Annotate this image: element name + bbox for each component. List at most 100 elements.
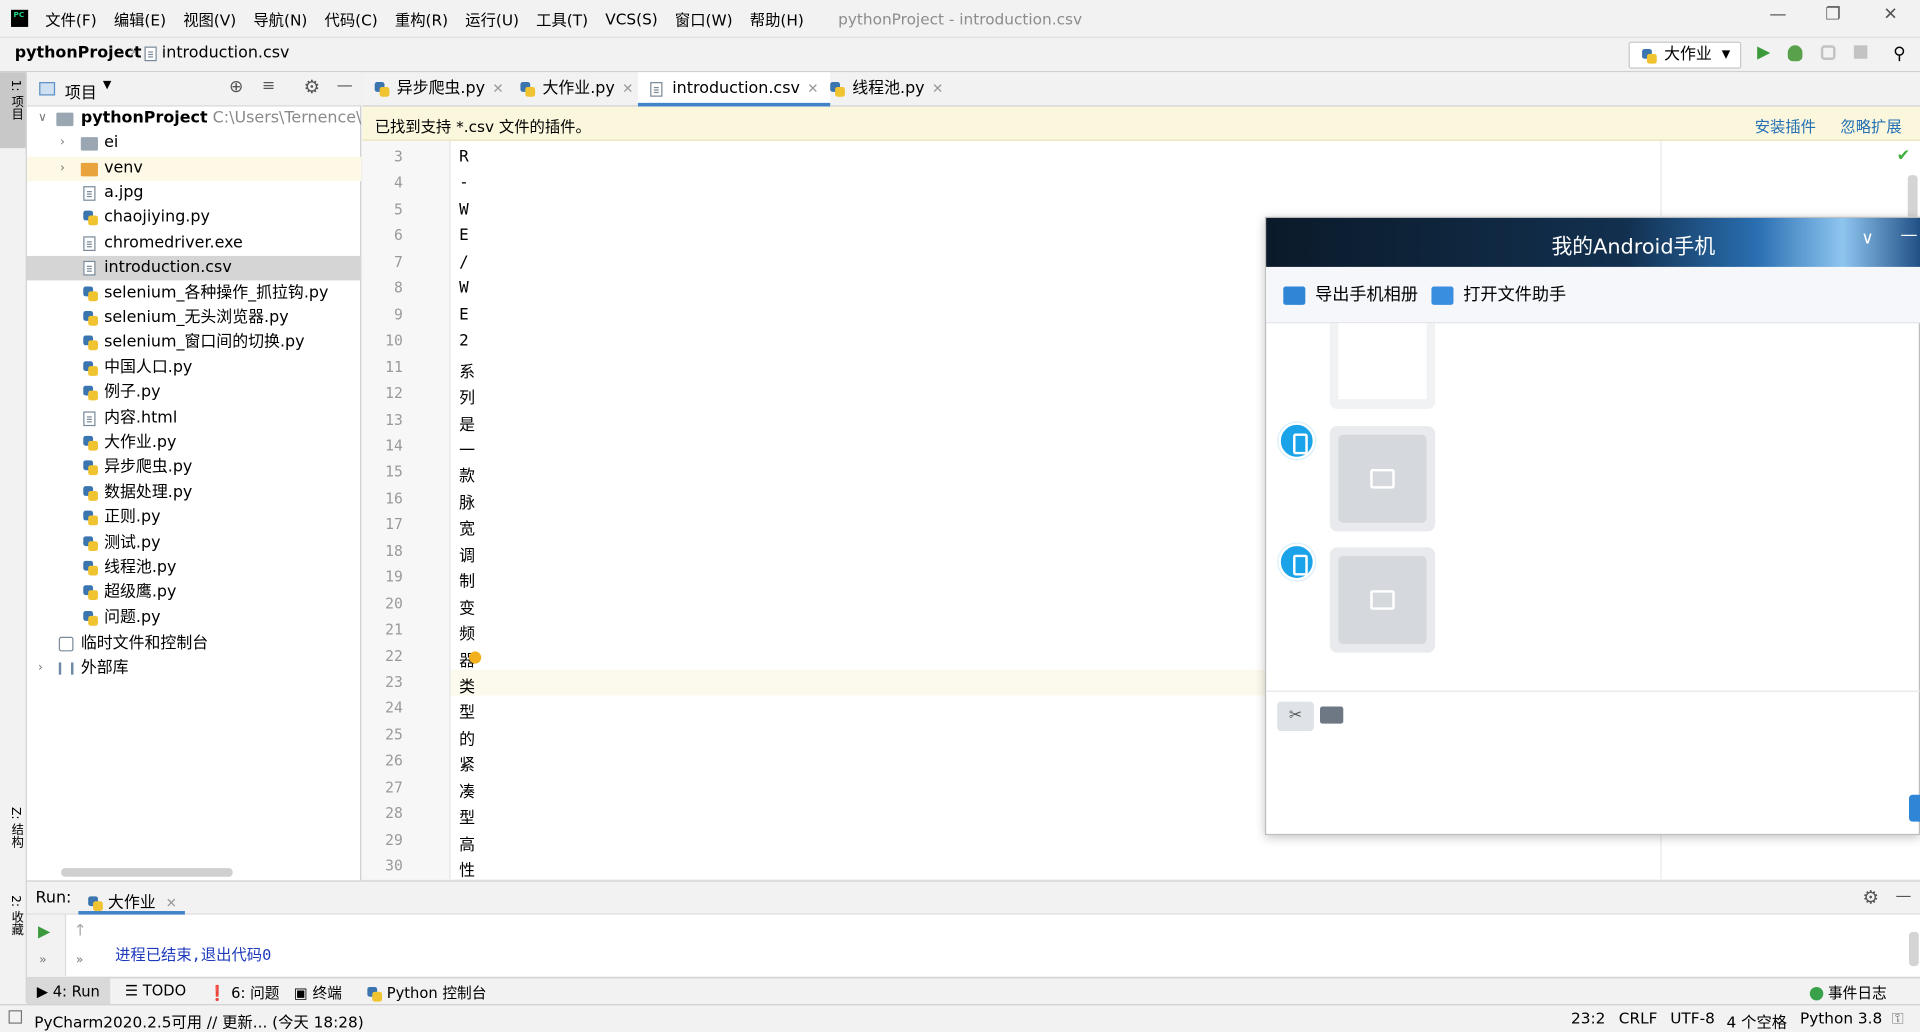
message-image[interactable] xyxy=(1329,426,1436,532)
tree-item[interactable]: 内容.html xyxy=(27,406,361,430)
menu-view[interactable]: 视图(V) xyxy=(183,7,236,30)
minimize-icon[interactable]: — xyxy=(1900,225,1917,245)
tree-item[interactable]: 问题.py xyxy=(27,606,361,630)
collapse-all-icon[interactable]: ≡ xyxy=(262,77,275,95)
tree-item-ei[interactable]: › ei xyxy=(27,131,361,155)
close-tab-icon[interactable]: ✕ xyxy=(166,895,177,911)
tool-tab-problems[interactable]: ❗ 6: 问题 xyxy=(208,982,279,1003)
intention-bulb-icon[interactable] xyxy=(468,651,482,664)
tree-item[interactable]: 正则.py xyxy=(27,506,361,530)
close-tab-icon[interactable]: ✕ xyxy=(932,81,943,97)
tool-tab-todo[interactable]: ☰ TODO xyxy=(125,982,186,999)
tree-item[interactable]: 中国人口.py xyxy=(27,356,361,380)
tree-item-scratches[interactable]: 临时文件和控制台 xyxy=(27,632,361,656)
vertical-scrollbar[interactable] xyxy=(1908,931,1919,967)
menu-tools[interactable]: 工具(T) xyxy=(536,7,588,30)
scroll-up-icon[interactable]: ↑ xyxy=(73,922,86,940)
close-tab-icon[interactable]: ✕ xyxy=(622,81,633,97)
hide-icon[interactable]: — xyxy=(337,77,353,95)
tool-tab-terminal[interactable]: ▣ 终端 xyxy=(294,982,342,1003)
horizontal-scrollbar[interactable] xyxy=(61,868,233,877)
tab-introduction-csv[interactable]: introduction.csv ✕ xyxy=(637,72,831,107)
tool-tab-python-console[interactable]: Python 控制台 xyxy=(367,982,486,1003)
chevron-down-icon[interactable]: ▼ xyxy=(103,80,111,92)
tree-item[interactable]: a.jpg xyxy=(27,181,361,205)
tree-item[interactable]: 测试.py xyxy=(27,531,361,555)
install-plugin-link[interactable]: 安装插件 xyxy=(1755,114,1816,137)
breadcrumb-file[interactable]: introduction.csv xyxy=(144,44,289,62)
close-tab-icon[interactable]: ✕ xyxy=(492,81,503,97)
tree-item[interactable]: selenium_窗口间的切换.py xyxy=(27,331,361,355)
tree-item[interactable]: 线程池.py xyxy=(27,556,361,580)
tree-item[interactable]: 数据处理.py xyxy=(27,481,361,505)
run-tab[interactable]: 大作业 ✕ xyxy=(78,882,185,915)
hide-icon[interactable]: — xyxy=(1896,888,1912,906)
tree-item[interactable]: 超级鹰.py xyxy=(27,581,361,605)
menu-window[interactable]: 窗口(W) xyxy=(675,7,733,30)
locate-icon[interactable]: ⊕ xyxy=(229,77,243,97)
more-icon[interactable]: » xyxy=(39,954,47,967)
export-album-button[interactable]: 导出手机相册 xyxy=(1283,282,1418,306)
ignore-extension-link[interactable]: 忽略扩展 xyxy=(1840,114,1901,137)
menu-refactor[interactable]: 重构(R) xyxy=(395,7,448,30)
run-icon[interactable]: ▶ xyxy=(1757,43,1774,63)
folder-icon[interactable] xyxy=(1320,706,1344,724)
tree-item[interactable]: 异步爬虫.py xyxy=(27,456,361,480)
minimize-icon[interactable]: — xyxy=(1766,5,1790,29)
tree-item[interactable]: chromedriver.exe xyxy=(27,231,361,255)
menu-run[interactable]: 运行(U) xyxy=(465,7,519,30)
menu-code[interactable]: 代码(C) xyxy=(325,7,378,30)
status-interpreter[interactable]: Python 3.8 xyxy=(1800,1009,1882,1027)
gear-icon[interactable]: ⚙ xyxy=(304,76,320,98)
tree-item[interactable]: 大作业.py xyxy=(27,431,361,455)
menu-file[interactable]: 文件(F) xyxy=(45,7,96,30)
open-file-helper-button[interactable]: 打开文件助手 xyxy=(1431,282,1566,306)
menu-vcs[interactable]: VCS(S) xyxy=(605,9,658,27)
close-tab-icon[interactable]: ✕ xyxy=(807,81,818,97)
restore-icon[interactable]: ❐ xyxy=(1821,5,1845,29)
gear-icon[interactable]: ⚙ xyxy=(1862,887,1878,909)
tool-tab-event-log[interactable]: 事件日志 xyxy=(1809,982,1887,1003)
chevron-down-icon[interactable]: ∨ xyxy=(1861,229,1874,249)
tree-item-venv[interactable]: › venv xyxy=(26,156,362,182)
tree-item[interactable]: introduction.csv xyxy=(26,256,362,281)
project-panel-title[interactable]: 项目 xyxy=(65,80,97,102)
scissors-icon[interactable]: ✂ xyxy=(1277,701,1314,732)
lock-icon[interactable]: ⚿ xyxy=(1892,1009,1904,1029)
status-caret-position[interactable]: 23:2 xyxy=(1571,1009,1605,1027)
favorites-tool-tab[interactable]: 2: 收藏 xyxy=(2,895,24,935)
debug-icon[interactable] xyxy=(1787,45,1803,62)
tool-windows-icon[interactable] xyxy=(8,1010,23,1024)
send-button[interactable] xyxy=(1908,794,1920,822)
search-icon[interactable]: ⚲ xyxy=(1893,44,1910,64)
tab-big-assignment[interactable]: 大作业.py ✕ xyxy=(508,72,633,106)
project-tool-tab[interactable]: 1: 项目 xyxy=(0,72,26,149)
tree-item[interactable]: chaojiying.py xyxy=(27,206,361,230)
structure-tool-tab[interactable]: Z: 结构 xyxy=(2,807,24,848)
close-window-icon[interactable]: ✕ xyxy=(1878,5,1902,29)
tool-tab-run[interactable]: ▶ 4: Run xyxy=(26,978,110,1006)
status-update-message[interactable]: PyCharm2020.2.5可用 // 更新... (今天 18:28) xyxy=(34,1009,363,1032)
menu-help[interactable]: 帮助(H) xyxy=(750,7,804,30)
message-screenshot-thumbnail[interactable] xyxy=(1329,323,1436,409)
rerun-icon[interactable]: ▶ xyxy=(38,923,50,941)
tree-item-external-libs[interactable]: › 外部库 xyxy=(27,656,361,680)
tab-thread-pool[interactable]: 线程池.py ✕ xyxy=(818,72,943,106)
run-console[interactable]: ▶ » ↑ » 进程已结束,退出代码0 xyxy=(26,914,1920,976)
status-encoding[interactable]: UTF-8 xyxy=(1670,1009,1715,1027)
tree-item[interactable]: selenium_无头浏览器.py xyxy=(27,306,361,330)
breadcrumb-project[interactable]: pythonProject xyxy=(15,44,142,62)
menu-navigate[interactable]: 导航(N) xyxy=(253,7,307,30)
more-icon[interactable]: » xyxy=(76,954,84,967)
tab-async-crawler[interactable]: 异步爬虫.py ✕ xyxy=(362,72,504,106)
coverage-icon[interactable] xyxy=(1820,45,1836,61)
status-indent[interactable]: 4 个空格 xyxy=(1727,1009,1788,1032)
status-line-separator[interactable]: CRLF xyxy=(1619,1009,1658,1027)
run-config-select[interactable]: 大作业 ▼ xyxy=(1628,41,1742,69)
tree-root[interactable]: ∨ pythonProject C:\Users\Ternence\Pyc xyxy=(27,107,389,131)
tree-item[interactable]: selenium_各种操作_抓拉钩.py xyxy=(27,281,361,305)
menu-edit[interactable]: 编辑(E) xyxy=(114,7,166,30)
phone-message-input[interactable]: ✂ xyxy=(1266,690,1920,835)
stop-icon[interactable] xyxy=(1853,45,1868,59)
message-image[interactable] xyxy=(1329,547,1436,653)
